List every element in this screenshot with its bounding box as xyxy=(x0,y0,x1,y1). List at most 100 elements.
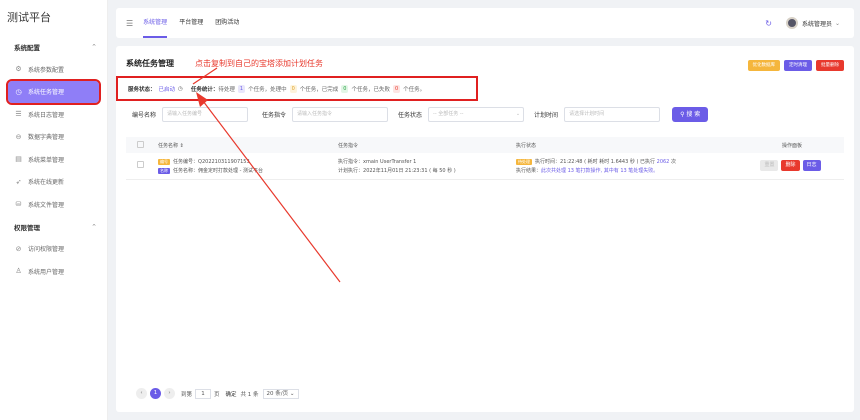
stats-label: 任务统计： xyxy=(190,86,219,93)
tab-groupbuy[interactable]: 团购活动 xyxy=(215,8,239,38)
page-title: 系统任务管理 xyxy=(126,59,174,68)
failed-count: 0 xyxy=(392,84,401,93)
sidebar-item-1-1[interactable]: ♙ 系统用户管理 xyxy=(0,260,107,283)
sidebar-item-0-2[interactable]: ☰ 系统日志管理 xyxy=(0,103,107,126)
sidebar-item-0-6[interactable]: ⛁ 系统文件管理 xyxy=(0,193,107,216)
result-label: 执行结果： xyxy=(516,167,542,174)
task-table: 任务名称 ⇕ 任务指令 执行状态 操作面板 编号 任务编号：Q2022103119… xyxy=(126,137,844,180)
row-checkbox[interactable] xyxy=(136,161,144,169)
task-cmd: xmain UserTransfer 1 xyxy=(363,158,417,165)
sidebar-item-label: 访问权限管理 xyxy=(28,246,65,254)
app-title: 测试平台 xyxy=(7,11,51,24)
col-header-name[interactable]: 任务名称 ⇕ xyxy=(154,137,334,153)
send-icon: ➶ xyxy=(15,177,22,186)
page-label: 页 xyxy=(214,391,220,398)
batch-delete-button[interactable]: 批量删除 xyxy=(816,60,844,71)
cmd-input[interactable]: 请输入任务指令 xyxy=(292,106,389,122)
tab-system[interactable]: 系统管理 xyxy=(143,8,168,38)
page-size-select[interactable]: 20 条/页 ⌄ xyxy=(262,388,299,399)
goto-confirm-button[interactable]: 确定 xyxy=(226,390,237,398)
goto-label: 到第 xyxy=(181,391,193,398)
status-select-value: -- 全部任务 -- xyxy=(433,110,464,117)
exec-count-prefix: 已执行 xyxy=(640,158,656,165)
stats-text: 个任务。 xyxy=(403,86,426,93)
sidebar-item-label: 系统参数配置 xyxy=(28,66,65,74)
name-tag: 名称 xyxy=(158,167,170,174)
clock-icon: ◷ xyxy=(178,85,183,92)
processing-count: 0 xyxy=(289,84,297,93)
optimize-db-button[interactable]: 优化数据库 xyxy=(747,60,780,71)
service-running-link[interactable]: 已启动 xyxy=(159,85,176,93)
sidebar-item-label: 数据字典管理 xyxy=(28,134,65,142)
clock-icon: ◷ xyxy=(15,87,22,96)
stats-text: 个任务，已完成 xyxy=(299,86,339,93)
shield-check-icon: ⊘ xyxy=(15,244,22,253)
exec-result: 此次共处理 13 笔打款操作, 其中有 13 笔处理失败。 xyxy=(541,167,659,174)
database-icon: ⛁ xyxy=(15,200,22,209)
gear-icon: ⚙ xyxy=(15,65,22,74)
sidebar-group-label: 系统配置 xyxy=(14,44,40,52)
sidebar-item-0-0[interactable]: ⚙ 系统参数配置 xyxy=(0,58,107,81)
filter-bar: 编号名称 请输入任务编号 任务指令 请输入任务指令 任务状态 -- 全部任务 -… xyxy=(126,106,844,122)
log-button[interactable]: 日志 xyxy=(802,160,821,172)
scheduled-clean-button[interactable]: 定时清理 xyxy=(784,60,812,71)
code-input[interactable]: 请输入任务编号 xyxy=(162,106,249,122)
stats-text: 个任务，处理中 xyxy=(248,86,287,93)
delete-button[interactable]: 删除 xyxy=(781,160,800,172)
stats-text: 待处理 xyxy=(218,86,235,93)
status-bar-highlight: 服务状态： 已启动 ◷ 任务统计： 待处理 1 个任务，处理中 0 个任务，已完… xyxy=(116,76,478,101)
search-icon: ⚲ xyxy=(680,110,685,118)
chevron-up-icon: ⌃ xyxy=(91,43,97,51)
top-header: ☰ 系统管理 平台管理 团购活动 ↻ 系统管理员 ⌄ xyxy=(116,8,854,38)
sidebar-item-label: 系统日志管理 xyxy=(28,111,65,119)
sidebar-item-0-1[interactable]: ◷ 系统任务管理 xyxy=(6,78,101,105)
sidebar-item-1-0[interactable]: ⊘ 访问权限管理 xyxy=(0,238,107,261)
sidebar-item-label: 系统任务管理 xyxy=(28,89,65,97)
plan-label: 计划执行： xyxy=(338,167,364,174)
time-filter-label: 计划时间 xyxy=(534,111,559,119)
exec-count: 2062 xyxy=(656,158,670,165)
col-header-cmd: 任务指令 xyxy=(334,137,512,153)
refresh-icon[interactable]: ↻ xyxy=(765,19,772,28)
prev-page-icon[interactable]: ‹ xyxy=(136,388,147,399)
tab-platform[interactable]: 平台管理 xyxy=(179,8,203,38)
menu-toggle-icon[interactable]: ☰ xyxy=(126,19,133,28)
cmd-filter-label: 任务指令 xyxy=(262,111,287,119)
sidebar-item-0-5[interactable]: ➶ 系统在线更新 xyxy=(0,171,107,194)
sidebar-item-label: 系统用户管理 xyxy=(28,268,65,276)
sidebar-item-label: 系统菜单管理 xyxy=(28,156,65,164)
search-button-label: 搜 索 xyxy=(686,110,701,118)
col-header-actions: 操作面板 xyxy=(740,137,844,153)
name-label: 任务名称： xyxy=(173,167,199,174)
user-name[interactable]: 系统管理员 xyxy=(802,19,832,28)
sidebar-item-0-4[interactable]: ▤ 系统菜单管理 xyxy=(0,148,107,171)
sidebar-group-permissions[interactable]: 权限管理 ⌃ xyxy=(0,216,107,238)
sidebar-group-system[interactable]: 系统配置 ⌃ xyxy=(0,36,107,58)
status-select[interactable]: -- 全部任务 -- ⌄ xyxy=(428,106,525,122)
annotation-text: 点击复制到自己的宝塔添加计划任务 xyxy=(195,59,323,68)
code-label: 任务编号： xyxy=(173,158,199,165)
dict-icon: ⊖ xyxy=(15,132,22,141)
select-all-checkbox[interactable] xyxy=(136,140,144,148)
next-page-icon[interactable]: › xyxy=(164,388,175,399)
pending-count: 1 xyxy=(237,84,246,93)
goto-page-input[interactable]: 1 xyxy=(195,388,212,399)
sidebar-item-0-3[interactable]: ⊖ 数据字典管理 xyxy=(0,126,107,149)
status-filter-label: 任务状态 xyxy=(398,111,423,119)
cmd-label: 执行指令： xyxy=(338,158,364,165)
reset-button[interactable]: 重置 xyxy=(760,160,779,172)
avatar[interactable] xyxy=(785,17,798,29)
exec-cost: ( 耗时 耗时 1.6443 秒 ) xyxy=(584,158,639,165)
done-count: 0 xyxy=(341,84,349,93)
search-button[interactable]: ⚲ 搜 索 xyxy=(672,106,709,122)
chevron-down-icon: ⌄ xyxy=(515,110,521,117)
chevron-up-icon: ⌃ xyxy=(91,222,97,231)
user-icon: ♙ xyxy=(15,267,22,276)
stats-text: 个任务，已失败 xyxy=(351,86,390,93)
sidebar-item-label: 系统文件管理 xyxy=(28,201,65,209)
time-input[interactable]: 请选择计划时间 xyxy=(564,106,661,122)
chevron-down-icon[interactable]: ⌄ xyxy=(835,20,840,27)
page-number[interactable]: 1 xyxy=(150,388,161,399)
code-tag: 编号 xyxy=(158,158,170,165)
plan-interval: ( 每 50 秒 ) xyxy=(429,167,456,174)
